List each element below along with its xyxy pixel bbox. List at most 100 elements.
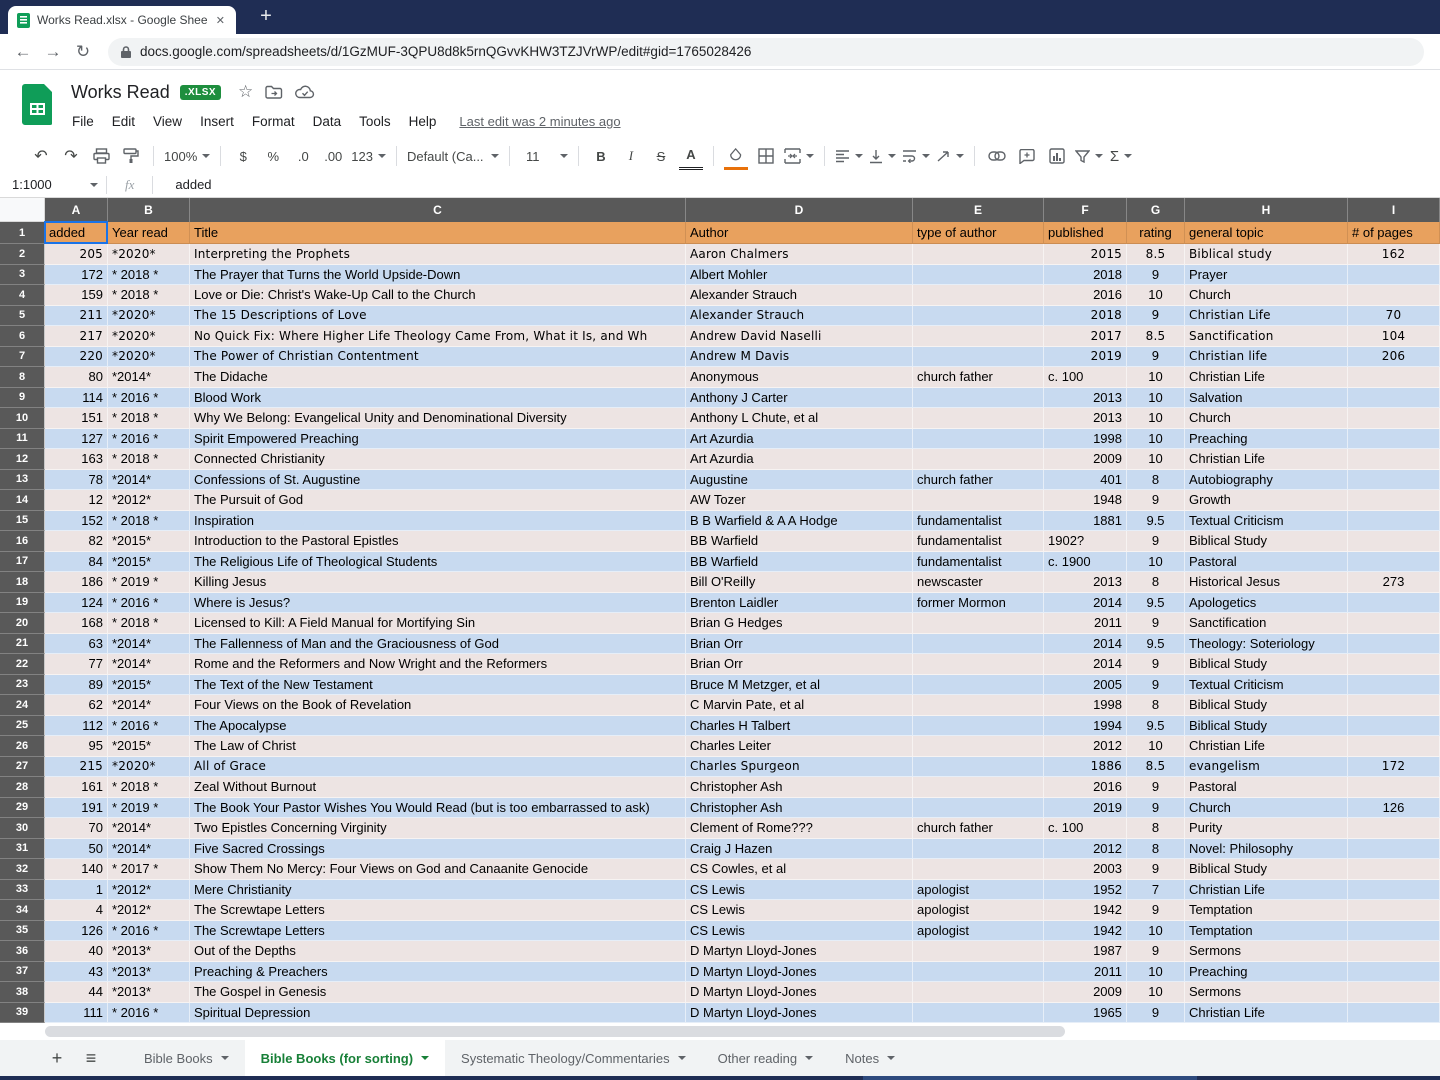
cell[interactable]: c. 100 bbox=[1044, 818, 1127, 839]
cell[interactable]: Christian Life bbox=[1185, 1002, 1348, 1023]
cell[interactable]: Andrew M Davis bbox=[686, 346, 913, 367]
cell[interactable]: newscaster bbox=[913, 572, 1044, 593]
cell[interactable]: *2015* bbox=[108, 736, 190, 757]
strikethrough-button[interactable]: S bbox=[649, 144, 673, 168]
format-currency-button[interactable]: $ bbox=[231, 144, 255, 168]
cell[interactable]: 84 bbox=[45, 551, 108, 572]
cell[interactable]: * 2016 * bbox=[108, 920, 190, 941]
cell[interactable]: 10 bbox=[1127, 285, 1185, 306]
chevron-down-icon[interactable] bbox=[220, 1056, 229, 1060]
cell[interactable]: 161 bbox=[45, 777, 108, 798]
cell[interactable]: * 2018 * bbox=[108, 408, 190, 429]
cell[interactable]: 9 bbox=[1127, 941, 1185, 962]
cell[interactable]: * 2018 * bbox=[108, 449, 190, 470]
cell[interactable]: The Screwtape Letters bbox=[190, 900, 686, 921]
reload-icon[interactable]: ↻ bbox=[68, 42, 98, 62]
cell[interactable]: Augustine bbox=[686, 469, 913, 490]
cell[interactable]: Historical Jesus bbox=[1185, 572, 1348, 593]
cell[interactable]: 1942 bbox=[1044, 900, 1127, 921]
cell[interactable]: 211 bbox=[45, 305, 108, 326]
cell[interactable] bbox=[1348, 859, 1440, 880]
cell[interactable]: C Marvin Pate, et al bbox=[686, 695, 913, 716]
cell[interactable]: 9.5 bbox=[1127, 510, 1185, 531]
row-number[interactable]: 39 bbox=[0, 1002, 45, 1023]
horizontal-align-icon[interactable] bbox=[835, 144, 863, 168]
cell[interactable]: Bruce M Metzger, et al bbox=[686, 674, 913, 695]
cell[interactable]: All of Grace bbox=[190, 756, 686, 777]
cell[interactable] bbox=[1348, 387, 1440, 408]
cell[interactable]: 168 bbox=[45, 613, 108, 634]
cell[interactable]: The Didache bbox=[190, 367, 686, 388]
cell[interactable]: Inspiration bbox=[190, 510, 686, 531]
cell[interactable]: 63 bbox=[45, 633, 108, 654]
cell[interactable]: The Screwtape Letters bbox=[190, 920, 686, 941]
row-number[interactable]: 26 bbox=[0, 736, 45, 757]
cell[interactable]: 159 bbox=[45, 285, 108, 306]
cell[interactable]: 10 bbox=[1127, 367, 1185, 388]
cell[interactable] bbox=[1348, 879, 1440, 900]
cell[interactable]: 2014 bbox=[1044, 654, 1127, 675]
row-number[interactable]: 20 bbox=[0, 613, 45, 634]
name-box[interactable]: 1:1000 bbox=[0, 177, 98, 192]
column-header-G[interactable]: G bbox=[1127, 198, 1185, 222]
cell[interactable]: Rome and the Reformers and Now Wright an… bbox=[190, 654, 686, 675]
cell[interactable]: 1 bbox=[45, 879, 108, 900]
cell[interactable]: The Apocalypse bbox=[190, 715, 686, 736]
cell[interactable]: 80 bbox=[45, 367, 108, 388]
menu-format[interactable]: Format bbox=[243, 110, 304, 133]
cell[interactable]: apologist bbox=[913, 920, 1044, 941]
cell[interactable]: 12 bbox=[45, 490, 108, 511]
cell[interactable]: Art Azurdia bbox=[686, 428, 913, 449]
cell[interactable]: *2014* bbox=[108, 633, 190, 654]
cell[interactable]: CS Cowles, et al bbox=[686, 859, 913, 880]
cell[interactable]: type of author bbox=[913, 222, 1044, 244]
cell[interactable]: 206 bbox=[1348, 346, 1440, 367]
cell[interactable] bbox=[1348, 961, 1440, 982]
cell[interactable]: 1942 bbox=[1044, 920, 1127, 941]
cell[interactable]: 10 bbox=[1127, 428, 1185, 449]
cell[interactable]: Zeal Without Burnout bbox=[190, 777, 686, 798]
cell[interactable] bbox=[913, 695, 1044, 716]
cell[interactable]: fundamentalist bbox=[913, 531, 1044, 552]
cell[interactable] bbox=[1348, 633, 1440, 654]
cell[interactable]: CS Lewis bbox=[686, 920, 913, 941]
cell[interactable]: evangelism bbox=[1185, 756, 1348, 777]
chevron-down-icon[interactable] bbox=[677, 1056, 686, 1060]
cell[interactable]: Sermons bbox=[1185, 982, 1348, 1003]
cell[interactable]: 1886 bbox=[1044, 756, 1127, 777]
menu-help[interactable]: Help bbox=[400, 110, 446, 133]
cell[interactable]: Purity bbox=[1185, 818, 1348, 839]
cell[interactable]: CS Lewis bbox=[686, 900, 913, 921]
cell[interactable]: c. 1900 bbox=[1044, 551, 1127, 572]
cell[interactable]: Connected Christianity bbox=[190, 449, 686, 470]
cell[interactable]: 9 bbox=[1127, 900, 1185, 921]
row-number[interactable]: 8 bbox=[0, 367, 45, 388]
cell[interactable]: Christian life bbox=[1185, 346, 1348, 367]
font-size-select[interactable]: 11 bbox=[520, 144, 568, 168]
cell[interactable] bbox=[913, 264, 1044, 285]
cell[interactable] bbox=[1348, 613, 1440, 634]
text-wrap-icon[interactable] bbox=[902, 144, 930, 168]
cell[interactable]: 2018 bbox=[1044, 264, 1127, 285]
row-number[interactable]: 11 bbox=[0, 428, 45, 449]
cell[interactable]: 126 bbox=[1348, 797, 1440, 818]
cell[interactable] bbox=[913, 633, 1044, 654]
column-header-F[interactable]: F bbox=[1044, 198, 1127, 222]
cell[interactable] bbox=[913, 244, 1044, 265]
cell[interactable]: fundamentalist bbox=[913, 551, 1044, 572]
cell[interactable]: Licensed to Kill: A Field Manual for Mor… bbox=[190, 613, 686, 634]
cell[interactable]: 2014 bbox=[1044, 592, 1127, 613]
cell[interactable]: 89 bbox=[45, 674, 108, 695]
add-sheet-button[interactable]: + bbox=[40, 1040, 74, 1076]
cell[interactable]: 10 bbox=[1127, 961, 1185, 982]
move-folder-icon[interactable] bbox=[265, 85, 283, 99]
cell[interactable]: 2014 bbox=[1044, 633, 1127, 654]
row-number[interactable]: 5 bbox=[0, 305, 45, 326]
cell[interactable]: Church bbox=[1185, 285, 1348, 306]
cell[interactable]: 70 bbox=[1348, 305, 1440, 326]
cell[interactable]: BB Warfield bbox=[686, 551, 913, 572]
row-number[interactable]: 21 bbox=[0, 633, 45, 654]
cell[interactable]: Alexander Strauch bbox=[686, 305, 913, 326]
cell[interactable]: Brian G Hedges bbox=[686, 613, 913, 634]
cell[interactable]: added bbox=[45, 222, 108, 244]
